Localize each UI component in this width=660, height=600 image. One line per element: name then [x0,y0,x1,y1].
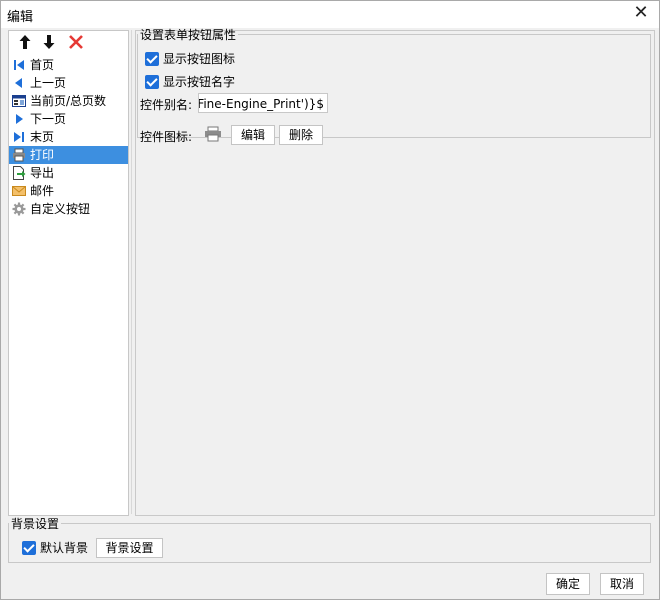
background-group-title: 背景设置 [11,517,60,531]
checkbox-checked-icon [145,74,159,89]
printer-icon [205,126,221,142]
background-settings-button[interactable]: 背景设置 [96,538,163,558]
icon-label: 控件图标: [140,130,193,144]
last-page-icon [14,132,24,142]
list-item-label: 当前页/总页数 [30,94,107,108]
show-name-checkbox[interactable]: 显示按钮名字 [145,73,235,91]
close-icon[interactable]: ✕ [631,3,651,23]
group-title: 设置表单按钮属性 [140,28,237,42]
button-list: 首页 上一页 当前页/总页数 下一页 末页 打印 导出 邮件 自定义按钮 [9,56,128,218]
list-item-export[interactable]: 导出 [9,164,128,182]
alias-value: ${i18n('Fine-Engine_Print')} [198,97,324,111]
dialog-body: 首页 上一页 当前页/总页数 下一页 末页 打印 导出 邮件 自定义按钮 设置表… [1,26,659,599]
default-background-checkbox[interactable]: 默认背景 [22,539,88,557]
delete-icon-button[interactable]: 删除 [279,125,323,145]
checkbox-checked-icon [145,51,159,66]
checkbox-checked-icon [22,540,36,555]
mail-icon [12,186,26,196]
list-toolbar [9,31,128,55]
gear-icon [12,202,26,216]
button-list-panel: 首页 上一页 当前页/总页数 下一页 末页 打印 导出 邮件 自定义按钮 [8,30,129,516]
title-bar: 编辑 ✕ [1,1,659,27]
list-item-mail[interactable]: 邮件 [9,182,128,200]
list-item-label: 打印 [30,148,55,162]
alias-input[interactable]: ${i18n('Fine-Engine_Print')} [198,93,328,113]
list-item-label: 邮件 [30,184,55,198]
list-item-label: 首页 [30,58,55,72]
alias-label: 控件别名: [140,98,193,112]
panel-splitter[interactable] [131,30,132,514]
export-icon [13,166,26,180]
list-item-label: 导出 [30,166,55,180]
properties-panel: 设置表单按钮属性 显示按钮图标 显示按钮名字 控件别名: ${i18n('Fin… [135,26,655,516]
previous-page-icon [15,78,22,88]
list-item-label: 末页 [30,130,55,144]
page-count-icon [12,95,26,107]
cancel-button[interactable]: 取消 [600,573,644,595]
list-item-print[interactable]: 打印 [9,146,128,164]
delete-icon[interactable] [67,34,85,52]
printer-icon [13,148,25,162]
show-icon-checkbox[interactable]: 显示按钮图标 [145,50,235,68]
list-item-previous-page[interactable]: 上一页 [9,74,128,92]
edit-dialog: 编辑 ✕ 首页 上一页 当前页/总页数 下一页 末页 打印 导出 邮件 自定义按… [0,0,660,600]
ok-button[interactable]: 确定 [546,573,590,595]
next-page-icon [16,114,23,124]
arrow-up-icon[interactable] [16,34,34,52]
list-item-page-count[interactable]: 当前页/总页数 [9,92,128,110]
show-icon-label: 显示按钮图标 [163,52,236,66]
list-item-label: 下一页 [30,112,67,126]
list-item-first-page[interactable]: 首页 [9,56,128,74]
edit-icon-button[interactable]: 编辑 [231,125,275,145]
default-background-label: 默认背景 [40,541,89,555]
list-item-label: 上一页 [30,76,67,90]
dialog-title: 编辑 [7,10,34,25]
list-item-custom-button[interactable]: 自定义按钮 [9,200,128,218]
list-item-next-page[interactable]: 下一页 [9,110,128,128]
arrow-down-icon[interactable] [40,34,58,52]
list-item-label: 自定义按钮 [30,202,91,216]
show-name-label: 显示按钮名字 [163,75,236,89]
first-page-icon [14,60,24,70]
list-item-last-page[interactable]: 末页 [9,128,128,146]
